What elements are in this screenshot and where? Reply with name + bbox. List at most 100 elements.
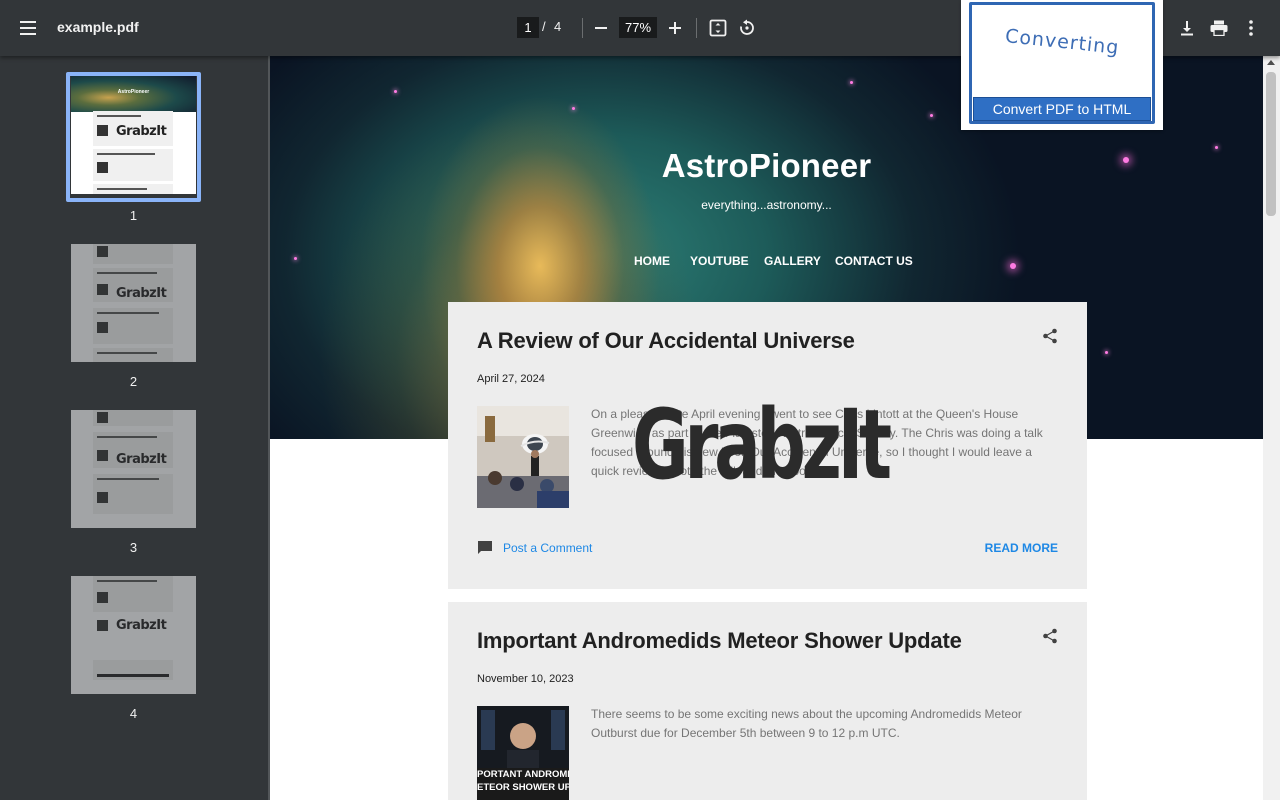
post-thumbnail[interactable] [477, 406, 569, 508]
star [1105, 351, 1108, 354]
video-caption-line-2: ETEOR SHOWER UPDAT [477, 782, 569, 793]
video-thumbnail [477, 706, 569, 768]
star [572, 107, 575, 110]
toolbar-divider [582, 18, 583, 38]
convert-popup: Converting Convert PDF to HTML [961, 0, 1163, 130]
thumb-card [93, 244, 173, 264]
print-button[interactable] [1203, 12, 1235, 44]
nav-home[interactable]: HOME [634, 254, 670, 270]
total-pages: 4 [554, 19, 562, 34]
post-date: November 10, 2023 [477, 673, 574, 685]
blog-title[interactable]: AstroPioneer [270, 147, 1263, 185]
nav-gallery[interactable]: GALLERY [764, 254, 821, 270]
pdf-viewer[interactable]: AstroPioneer everything...astronomy... H… [268, 56, 1280, 800]
thumbnail-label-2: 2 [129, 374, 138, 389]
page-separator: / [542, 19, 546, 34]
converting-label: Converting [1003, 25, 1121, 59]
thumb-image [97, 620, 108, 631]
nav-youtube[interactable]: YOUTUBE [690, 254, 749, 270]
thumb-watermark: GrabzIt [116, 286, 167, 301]
zoom-input[interactable]: 77% [619, 17, 657, 38]
thumb-image [97, 450, 108, 461]
share-icon[interactable] [1042, 628, 1058, 644]
hamburger-menu-icon [20, 21, 36, 35]
star [294, 257, 297, 260]
share-icon[interactable] [1042, 328, 1058, 344]
page-thumbnail-1[interactable]: AstroPioneer GrabzIt [71, 76, 196, 194]
thumbnail-label-3: 3 [129, 540, 138, 555]
comment-icon [478, 541, 492, 554]
blog-subtitle: everything...astronomy... [701, 198, 832, 212]
more-options-button[interactable] [1235, 12, 1267, 44]
zoom-in-button[interactable] [659, 12, 691, 44]
thumb-image [97, 412, 108, 423]
download-button[interactable] [1171, 12, 1203, 44]
menu-button[interactable] [12, 12, 44, 44]
print-icon [1210, 20, 1228, 36]
toolbar-divider [696, 18, 697, 38]
post-title[interactable]: A Review of Our Accidental Universe [477, 328, 855, 354]
thumb-line [97, 352, 157, 354]
thumb-line [97, 312, 159, 314]
post-thumbnail[interactable]: PORTANT ANDROMEDI ETEOR SHOWER UPDAT [477, 706, 569, 800]
lecture-photo [477, 406, 569, 508]
fit-page-button[interactable] [702, 12, 734, 44]
thumb-card [93, 308, 173, 344]
comment-label: Post a Comment [503, 541, 593, 555]
thumb-line [97, 478, 159, 480]
star [1010, 263, 1016, 269]
thumbnail-sidebar: AstroPioneer GrabzIt 1 GrabzIt 2 GrabzIt… [0, 56, 268, 800]
scroll-up-arrow-icon[interactable] [1267, 60, 1275, 65]
thumb-card [93, 149, 173, 181]
grabzit-watermark: GrabzIt [632, 389, 892, 501]
thumb-watermark: GrabzIt [116, 452, 167, 467]
current-page-input[interactable]: 1 [517, 17, 539, 38]
thumb-image [97, 322, 108, 333]
post-date: April 27, 2024 [477, 373, 545, 385]
thumb-image [97, 162, 108, 173]
thumb-card [93, 474, 173, 514]
read-more-link[interactable]: READ MORE [985, 541, 1058, 555]
thumb-line [97, 188, 147, 190]
file-title: example.pdf [57, 19, 139, 35]
star [930, 114, 933, 117]
thumb-line [97, 153, 155, 155]
thumb-image [97, 246, 108, 257]
page-thumbnail-2[interactable]: GrabzIt [71, 244, 196, 362]
thumb-line [97, 115, 141, 117]
star [850, 81, 853, 84]
thumb-line [97, 580, 157, 582]
scrollbar-thumb[interactable] [1266, 72, 1276, 216]
post-excerpt: There seems to be some exciting news abo… [591, 707, 1022, 740]
thumb-card [93, 576, 173, 612]
scrollbar[interactable] [1263, 56, 1280, 800]
thumb-card [93, 660, 173, 680]
thumb-watermark: GrabzIt [116, 124, 167, 139]
nav-contact-us[interactable]: CONTACT US [835, 254, 913, 270]
convert-popup-frame: Converting Convert PDF to HTML [969, 2, 1155, 124]
rotate-button[interactable] [731, 12, 763, 44]
thumb-card [93, 410, 173, 426]
download-icon [1181, 21, 1193, 36]
page-thumbnail-4[interactable]: GrabzIt [71, 576, 196, 694]
thumb-image [97, 592, 108, 603]
fit-to-page-icon [709, 19, 727, 37]
thumb-image [97, 284, 108, 295]
thumbnail-label-1: 1 [129, 208, 138, 223]
zoom-out-button[interactable] [585, 12, 617, 44]
plus-icon [669, 22, 681, 34]
thumb-card [93, 616, 173, 652]
thumb-line [97, 674, 169, 677]
thumb-card [93, 184, 173, 194]
post-card: Important Andromedids Meteor Shower Upda… [448, 602, 1087, 800]
pdf-page: AstroPioneer everything...astronomy... H… [270, 56, 1263, 800]
star [394, 90, 397, 93]
page-thumbnail-3[interactable]: GrabzIt [71, 410, 196, 528]
thumb-card [93, 348, 173, 362]
post-title[interactable]: Important Andromedids Meteor Shower Upda… [477, 628, 962, 654]
post-comment-link[interactable]: Post a Comment [477, 540, 592, 556]
convert-pdf-to-html-button[interactable]: Convert PDF to HTML [973, 97, 1151, 121]
thumb-line [97, 436, 157, 438]
video-caption-line-1: PORTANT ANDROMEDI [477, 769, 569, 780]
thumb-image [97, 492, 108, 503]
